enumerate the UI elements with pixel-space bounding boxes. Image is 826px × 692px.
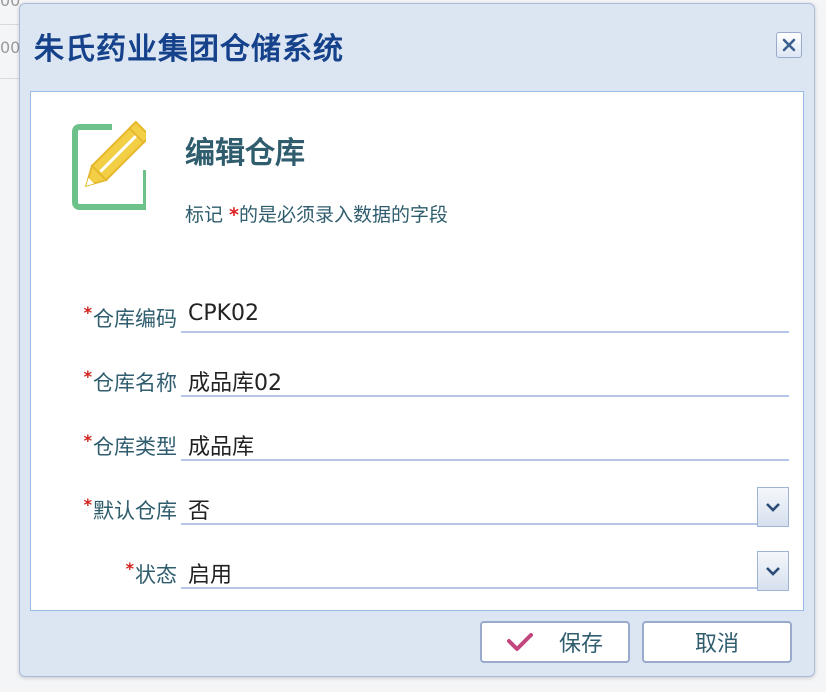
background-divider bbox=[0, 24, 20, 25]
hint-suffix: 的是必须录入数据的字段 bbox=[238, 204, 448, 226]
warehouse-name-label: *仓库名称 bbox=[84, 367, 177, 397]
default-warehouse-select[interactable]: 否 bbox=[181, 487, 789, 527]
field-value: 成品库 bbox=[188, 435, 255, 460]
dialog-title: 朱氏药业集团仓储系统 bbox=[34, 32, 344, 67]
page-heading: 编辑仓库 bbox=[185, 136, 305, 171]
form-row-warehouse-name: *仓库名称 成品库02 bbox=[31, 359, 805, 403]
background-text-fragment: 00 bbox=[0, 38, 21, 57]
chevron-down-icon bbox=[766, 503, 780, 512]
background-text-fragment: 00 bbox=[0, 0, 21, 10]
required-star: * bbox=[83, 367, 92, 386]
field-value: CPK02 bbox=[188, 301, 260, 326]
cancel-button-label: 取消 bbox=[694, 632, 739, 657]
field-label-text: 仓库名称 bbox=[93, 371, 177, 395]
form-row-status: *状态 启用 bbox=[31, 551, 805, 595]
check-icon bbox=[506, 633, 533, 651]
form-row-warehouse-type: *仓库类型 成品库 bbox=[31, 423, 805, 467]
warehouse-code-label: *仓库编码 bbox=[84, 303, 177, 333]
dialog-body: 编辑仓库 标记 *的是必须录入数据的字段 *仓库编码 CPK02 *仓库名称 成… bbox=[30, 91, 804, 611]
background-divider bbox=[0, 78, 20, 79]
field-label-text: 状态 bbox=[135, 563, 177, 587]
default-warehouse-label: *默认仓库 bbox=[84, 495, 177, 525]
hint-prefix: 标记 bbox=[185, 204, 230, 226]
dialog-titlebar[interactable]: 朱氏药业集团仓储系统 bbox=[20, 4, 814, 88]
form-row-warehouse-code: *仓库编码 CPK02 bbox=[31, 295, 805, 339]
warehouse-code-input[interactable]: CPK02 bbox=[181, 295, 789, 333]
required-star: * bbox=[83, 495, 92, 514]
cancel-button[interactable]: 取消 bbox=[642, 621, 792, 663]
status-label: *状态 bbox=[126, 559, 177, 589]
field-label-text: 仓库类型 bbox=[93, 435, 177, 459]
warehouse-type-input[interactable]: 成品库 bbox=[181, 423, 789, 461]
edit-warehouse-dialog: 朱氏药业集团仓储系统 编辑仓库 标记 *的是必须录入数据的字段 *仓库编码 CP bbox=[19, 3, 815, 677]
save-button[interactable]: 保存 bbox=[480, 621, 630, 663]
required-star: * bbox=[83, 303, 92, 322]
field-value: 成品库02 bbox=[188, 371, 282, 396]
field-label-text: 仓库编码 bbox=[93, 307, 177, 331]
warehouse-name-input[interactable]: 成品库02 bbox=[181, 359, 789, 397]
field-label-text: 默认仓库 bbox=[93, 499, 177, 523]
required-field-hint: 标记 *的是必须录入数据的字段 bbox=[185, 200, 448, 227]
field-value: 否 bbox=[188, 499, 211, 524]
status-select[interactable]: 启用 bbox=[181, 551, 789, 591]
save-button-label: 保存 bbox=[558, 632, 603, 657]
status-dropdown-button[interactable] bbox=[757, 551, 789, 591]
required-star: * bbox=[83, 431, 92, 450]
field-value: 启用 bbox=[188, 563, 233, 588]
required-star: * bbox=[229, 204, 239, 226]
form-row-default-warehouse: *默认仓库 否 bbox=[31, 487, 805, 531]
dialog-footer: 保存 取消 bbox=[20, 612, 814, 676]
default-warehouse-dropdown-button[interactable] bbox=[757, 487, 789, 527]
chevron-down-icon bbox=[766, 567, 780, 576]
edit-pencil-icon bbox=[72, 120, 146, 210]
warehouse-type-label: *仓库类型 bbox=[84, 431, 177, 461]
required-star: * bbox=[125, 559, 134, 578]
close-button[interactable] bbox=[776, 32, 802, 58]
close-icon bbox=[782, 38, 796, 52]
